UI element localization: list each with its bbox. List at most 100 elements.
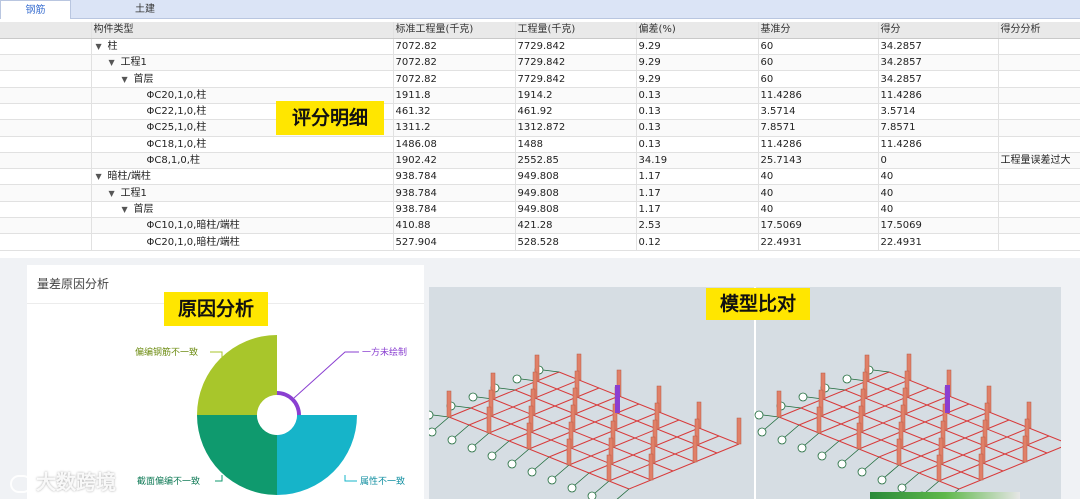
cell-component-type: ▼ 暗柱/端柱 (91, 168, 394, 186)
header-standard-qty[interactable]: 标准工程量(千克) (393, 22, 516, 39)
axis-line (554, 464, 570, 478)
cell-base-score: 60 (758, 38, 879, 56)
axis-bubble (837, 459, 847, 469)
table-row[interactable]: ΦC22,1,0,柱 461.32 461.92 0.13 3.5714 3.5714 (0, 103, 1080, 121)
cell-deviation: 1.17 (636, 201, 759, 219)
tab-civil[interactable]: 土建 (120, 0, 170, 19)
component-name: ΦC22,1,0,柱 (146, 106, 207, 118)
axis-bubble (757, 427, 767, 437)
axis-line (804, 432, 820, 446)
component-name: 工程1 (120, 57, 147, 69)
header-deviation[interactable]: 偏差(%) (636, 22, 759, 39)
axis-bubble (857, 467, 867, 477)
column (446, 390, 452, 418)
table-row[interactable]: ΦC18,1,0,柱 1486.08 1488 0.13 11.4286 11.4286 (0, 136, 1080, 153)
axis-bubble (512, 374, 522, 384)
component-name: 首层 (133, 203, 154, 215)
table-row[interactable]: ΦC10,1,0,暗柱/端柱 410.88 421.28 2.53 17.5069 17.… (0, 217, 1080, 235)
table-row[interactable]: ▼ 暗柱/端柱 938.784 949.808 1.17 40 40 (0, 168, 1080, 186)
cell-component-type: ΦC8,1,0,柱 (91, 152, 394, 170)
cell-score: 34.2857 (878, 70, 999, 88)
cell-qty: 949.808 (515, 168, 637, 186)
cell-qty: 1914.2 (515, 87, 637, 104)
cell-base-score: 17.5069 (758, 217, 879, 235)
cell-score: 22.4931 (878, 233, 999, 251)
header-score[interactable]: 得分 (878, 22, 999, 39)
axis-bubble (798, 392, 808, 402)
expand-toggle-icon[interactable]: ▼ (122, 72, 134, 87)
beam-line (492, 398, 674, 472)
axis-line (784, 424, 800, 438)
cell-score: 34.2857 (878, 54, 999, 72)
cell-deviation: 1.17 (636, 168, 759, 186)
axis-bubble (429, 427, 437, 437)
bottom-image-strip (870, 492, 1020, 499)
cell-standard-qty: 1911.8 (393, 87, 516, 104)
cell-deviation: 9.29 (636, 54, 759, 72)
axis-line (904, 472, 920, 486)
beam-line (470, 407, 652, 481)
tab-rebar[interactable]: 钢筋 (0, 0, 71, 19)
cell-score: 3.5714 (878, 103, 999, 121)
expand-toggle-icon[interactable]: ▼ (122, 202, 134, 217)
expand-toggle-icon[interactable]: ▼ (96, 39, 108, 54)
axis-line (764, 416, 780, 430)
column (486, 406, 492, 434)
axis-bubble (547, 475, 557, 485)
cell-component-type: ΦC18,1,0,柱 (91, 136, 394, 153)
cell-component-type: ΦC20,1,0,暗柱/端柱 (91, 233, 394, 251)
axis-bubble (777, 435, 787, 445)
watermark: 大数跨境 (10, 466, 116, 495)
table-row[interactable]: ΦC20,1,0,柱 1911.8 1914.2 0.13 11.4286 11.4286 (0, 87, 1080, 104)
axis-line (454, 405, 472, 409)
axis-line (574, 472, 590, 486)
row-gutter (0, 217, 92, 235)
row-gutter (0, 184, 92, 202)
table-row[interactable]: ▼ 工程1 7072.82 7729.842 9.29 60 34.2857 (0, 54, 1080, 72)
label-rebar-mismatch: 偏编钢筋不一致 (135, 346, 198, 358)
cell-qty: 2552.85 (515, 152, 637, 170)
expand-toggle-icon[interactable]: ▼ (96, 169, 108, 184)
axis-bubble (817, 451, 827, 461)
table-row[interactable]: ▼ 首层 7072.82 7729.842 9.29 60 34.2857 (0, 70, 1080, 88)
table-row[interactable]: ▼ 工程1 938.784 949.808 1.17 40 40 (0, 184, 1080, 202)
cell-base-score: 3.5714 (758, 103, 879, 121)
axis-bubble (842, 374, 852, 384)
watermark-text: 大数跨境 (36, 470, 116, 494)
table-row[interactable]: ▼ 柱 7072.82 7729.842 9.29 60 34.2857 (0, 38, 1080, 56)
table-row[interactable]: ▼ 首层 938.784 949.808 1.17 40 40 (0, 201, 1080, 219)
axis-bubble (797, 443, 807, 453)
beam-line (536, 380, 718, 454)
component-name: ΦC8,1,0,柱 (146, 155, 200, 167)
expand-toggle-icon[interactable]: ▼ (109, 186, 121, 201)
cell-base-score: 11.4286 (758, 136, 879, 153)
table-row[interactable]: ΦC25,1,0,柱 1311.2 1312.872 0.13 7.8571 7.8571 (0, 119, 1080, 137)
cell-deviation: 0.13 (636, 119, 759, 137)
axis-line (542, 369, 560, 373)
header-base-score[interactable]: 基准分 (758, 22, 879, 39)
row-gutter (0, 87, 92, 104)
cell-standard-qty: 1902.42 (393, 152, 516, 170)
header-component-type[interactable]: 构件类型 (91, 22, 394, 39)
component-name: ΦC18,1,0,柱 (146, 138, 207, 150)
expand-toggle-icon[interactable]: ▼ (109, 55, 121, 70)
axis-line (514, 448, 530, 462)
column (856, 422, 862, 450)
cell-standard-qty: 938.784 (393, 201, 516, 219)
model-compare-annotation: 模型比对 (706, 288, 810, 320)
header-score-analysis[interactable]: 得分分析 (998, 22, 1080, 39)
column (896, 438, 902, 466)
table-row[interactable]: ΦC20,1,0,暗柱/端柱 527.904 528.528 0.12 22.4931 2… (0, 233, 1080, 251)
table-row[interactable]: ΦC8,1,0,柱 1902.42 2552.85 34.19 25.7143 0 工程量误… (0, 152, 1080, 170)
axis-line (884, 464, 900, 478)
leader-line-section (215, 475, 223, 482)
cell-deviation: 0.13 (636, 136, 759, 153)
axis-bubble (527, 467, 537, 477)
cell-qty: 7729.842 (515, 54, 637, 72)
axis-bubble (487, 451, 497, 461)
header-qty[interactable]: 工程量(千克) (515, 22, 637, 39)
component-name: 暗柱/端柱 (107, 171, 151, 183)
row-gutter (0, 168, 92, 186)
beam-line (822, 398, 1004, 472)
cell-qty: 1312.872 (515, 119, 637, 137)
